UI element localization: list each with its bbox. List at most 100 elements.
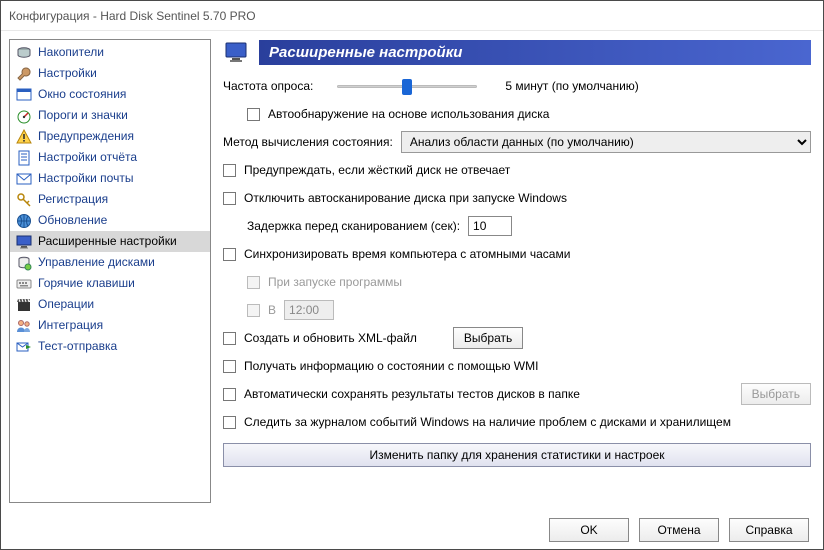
sidebar-item-label: Тест-отправка (38, 338, 117, 355)
autosave-tests-row: Автоматически сохранять результаты тесто… (223, 383, 811, 405)
sidebar-item-label: Пороги и значки (38, 107, 128, 124)
sidebar-item-11[interactable]: Горячие клавиши (10, 273, 210, 294)
warn-noresponse-label: Предупреждать, если жёсткий диск не отве… (244, 163, 510, 177)
content-area: Накопители Настройки Окно состояния Пороги … (1, 31, 823, 511)
sidebar-item-9[interactable]: Расширенные настройки (10, 231, 210, 252)
sidebar-item-label: Управление дисками (38, 254, 155, 271)
sidebar: Накопители Настройки Окно состояния Пороги … (9, 39, 211, 503)
sidebar-item-10[interactable]: Управление дисками (10, 252, 210, 273)
panel-title: Расширенные настройки (259, 40, 811, 65)
on-startup-label: При запуске программы (268, 275, 402, 289)
polling-value: 5 минут (по умолчанию) (505, 79, 638, 93)
report-icon (16, 150, 32, 166)
select-folder-button: Выбрать (741, 383, 811, 405)
change-folder-row: Изменить папку для хранения статистики и… (223, 443, 811, 467)
sync-time-checkbox[interactable] (223, 248, 236, 261)
at-time-input (284, 300, 334, 320)
wmi-row: Получать информацию о состоянии с помощь… (223, 355, 811, 377)
create-xml-row: Создать и обновить XML-файл Выбрать (223, 327, 811, 349)
sidebar-item-label: Расширенные настройки (38, 233, 177, 250)
sidebar-item-13[interactable]: Интеграция (10, 315, 210, 336)
disable-autoscan-row: Отключить автосканирование диска при зап… (223, 187, 811, 209)
wrench-icon (16, 66, 32, 82)
sync-time-label: Синхронизировать время компьютера с атом… (244, 247, 570, 261)
clapper-icon (16, 297, 32, 313)
ok-button[interactable]: OK (549, 518, 629, 542)
polling-label: Частота опроса: (223, 79, 313, 93)
monitor-icon (223, 39, 249, 65)
title-bar: Конфигурация - Hard Disk Sentinel 5.70 P… (1, 1, 823, 31)
autosave-tests-checkbox[interactable] (223, 388, 236, 401)
create-xml-label: Создать и обновить XML-файл (244, 331, 417, 345)
sidebar-item-label: Операции (38, 296, 94, 313)
sidebar-item-label: Интеграция (38, 317, 103, 334)
sidebar-item-1[interactable]: Настройки (10, 63, 210, 84)
eventlog-row: Следить за журналом событий Windows на н… (223, 411, 811, 433)
sidebar-item-label: Регистрация (38, 191, 108, 208)
sidebar-item-4[interactable]: Предупреждения (10, 126, 210, 147)
keyboard-icon (16, 276, 32, 292)
users-icon (16, 318, 32, 334)
sidebar-item-14[interactable]: Тест-отправка (10, 336, 210, 357)
panel-header: Расширенные настройки (223, 39, 811, 65)
scan-delay-input[interactable] (468, 216, 512, 236)
select-xml-button[interactable]: Выбрать (453, 327, 523, 349)
sidebar-item-8[interactable]: Обновление (10, 210, 210, 231)
sidebar-item-6[interactable]: Настройки почты (10, 168, 210, 189)
window-title: Конфигурация - Hard Disk Sentinel 5.70 P… (9, 9, 256, 23)
autosave-tests-label: Автоматически сохранять результаты тесто… (244, 387, 580, 401)
method-label: Метод вычисления состояния: (223, 135, 393, 149)
sidebar-item-7[interactable]: Регистрация (10, 189, 210, 210)
wmi-checkbox[interactable] (223, 360, 236, 373)
scan-delay-row: Задержка перед сканированием (сек): (247, 215, 811, 237)
send-icon (16, 339, 32, 355)
sidebar-item-label: Обновление (38, 212, 107, 229)
warn-noresponse-checkbox[interactable] (223, 164, 236, 177)
on-startup-checkbox (247, 276, 260, 289)
autodetect-row: Автообнаружение на основе использования … (247, 103, 811, 125)
change-folder-button[interactable]: Изменить папку для хранения статистики и… (223, 443, 811, 467)
cancel-button[interactable]: Отмена (639, 518, 719, 542)
at-time-checkbox (247, 304, 260, 317)
at-label: В (268, 303, 276, 317)
on-startup-row: При запуске программы (247, 271, 811, 293)
sidebar-item-label: Настройки (38, 65, 97, 82)
help-button[interactable]: Справка (729, 518, 809, 542)
sidebar-item-label: Горячие клавиши (38, 275, 135, 292)
scan-delay-label: Задержка перед сканированием (сек): (247, 219, 460, 233)
warning-icon (16, 129, 32, 145)
method-combo[interactable]: Анализ области данных (по умолчанию) (401, 131, 811, 153)
footer: OK Отмена Справка (1, 511, 823, 549)
at-time-row: В (247, 299, 811, 321)
sidebar-item-label: Накопители (38, 44, 104, 61)
autodetect-label: Автообнаружение на основе использования … (268, 107, 549, 121)
sidebar-item-5[interactable]: Настройки отчёта (10, 147, 210, 168)
sync-time-row: Синхронизировать время компьютера с атом… (223, 243, 811, 265)
warn-noresponse-row: Предупреждать, если жёсткий диск не отве… (223, 159, 811, 181)
polling-row: Частота опроса: 5 минут (по умолчанию) (223, 75, 811, 97)
method-row: Метод вычисления состояния: Анализ облас… (223, 131, 811, 153)
sidebar-item-3[interactable]: Пороги и значки (10, 105, 210, 126)
manage-icon (16, 255, 32, 271)
sidebar-item-12[interactable]: Операции (10, 294, 210, 315)
disable-autoscan-checkbox[interactable] (223, 192, 236, 205)
sidebar-item-label: Настройки почты (38, 170, 133, 187)
disable-autoscan-label: Отключить автосканирование диска при зап… (244, 191, 567, 205)
eventlog-label: Следить за журналом событий Windows на н… (244, 415, 731, 429)
sidebar-item-label: Предупреждения (38, 128, 134, 145)
monitor-icon (16, 234, 32, 250)
sidebar-item-0[interactable]: Накопители (10, 42, 210, 63)
polling-slider[interactable] (337, 76, 477, 96)
disks-icon (16, 45, 32, 61)
sidebar-item-label: Окно состояния (38, 86, 126, 103)
autodetect-checkbox[interactable] (247, 108, 260, 121)
gauge-icon (16, 108, 32, 124)
key-icon (16, 192, 32, 208)
mail-icon (16, 171, 32, 187)
wmi-label: Получать информацию о состоянии с помощь… (244, 359, 538, 373)
main-panel: Расширенные настройки Частота опроса: 5 … (219, 39, 815, 503)
eventlog-checkbox[interactable] (223, 416, 236, 429)
create-xml-checkbox[interactable] (223, 332, 236, 345)
sidebar-item-label: Настройки отчёта (38, 149, 137, 166)
sidebar-item-2[interactable]: Окно состояния (10, 84, 210, 105)
